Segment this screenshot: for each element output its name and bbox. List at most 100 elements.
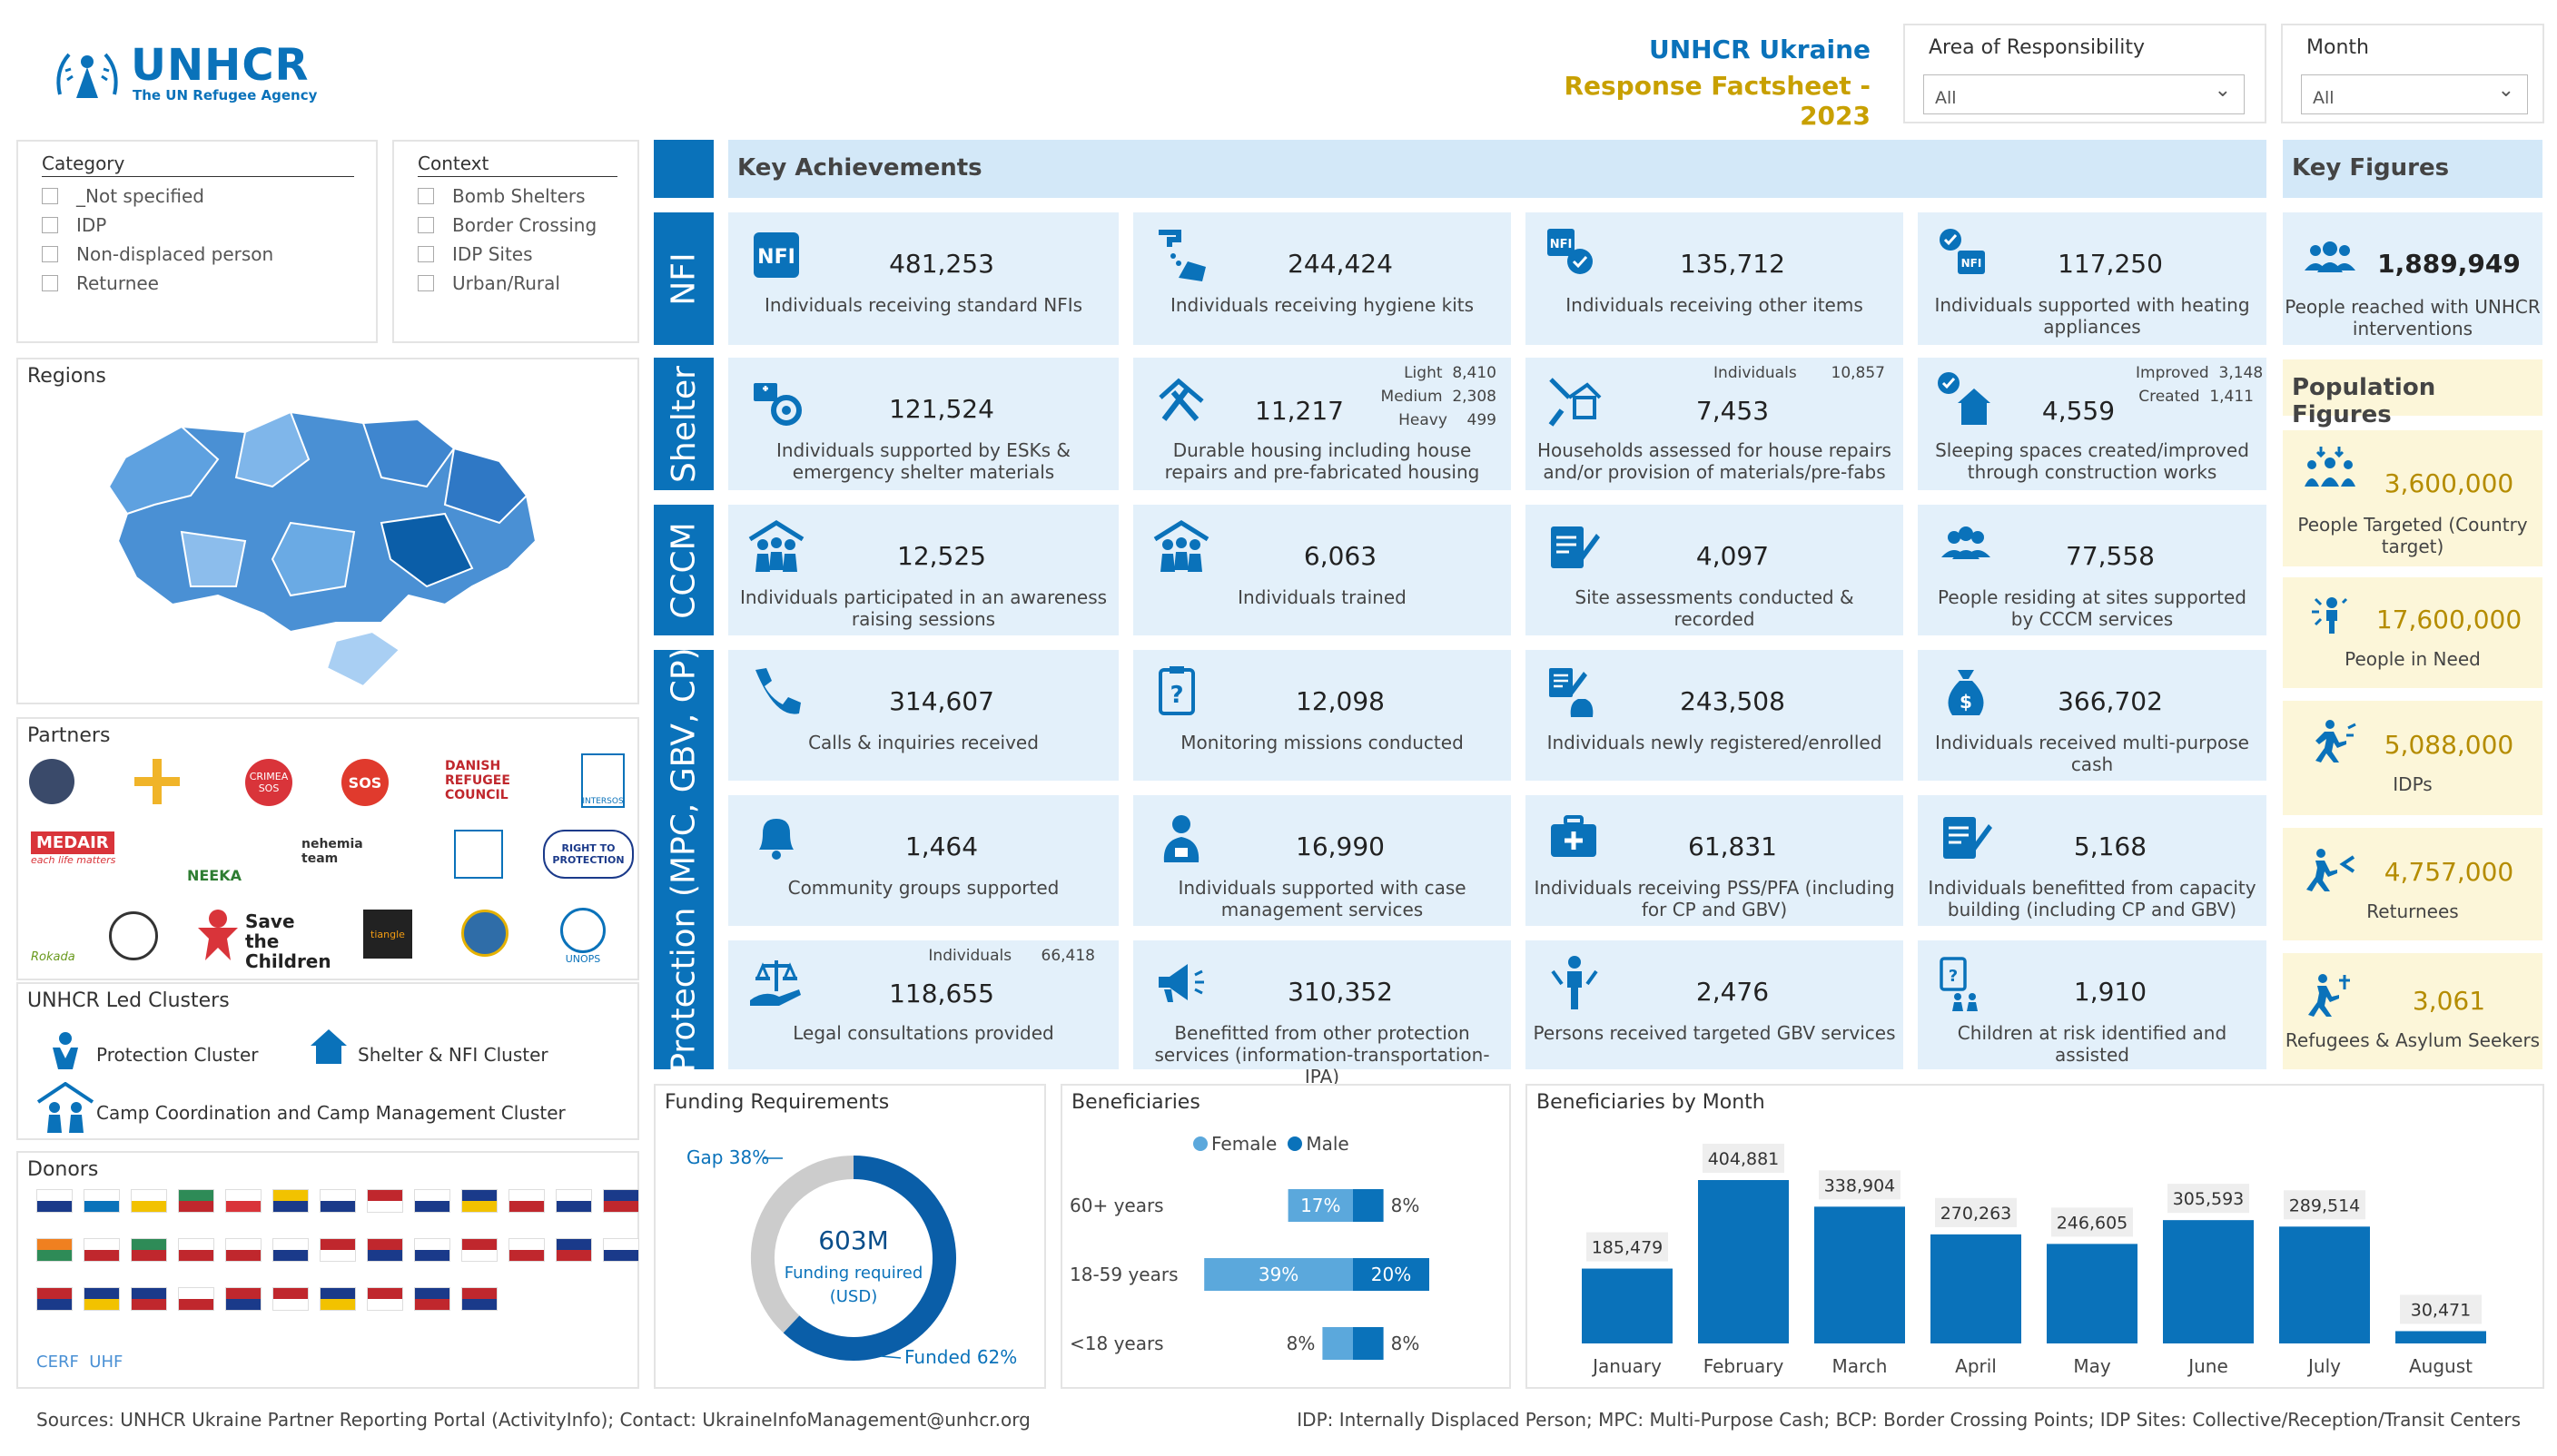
month-bar[interactable]	[2279, 1226, 2370, 1343]
context-option-label: Border Crossing	[452, 214, 597, 236]
donut-slice-funded[interactable]	[783, 1156, 956, 1361]
people-reached-card: 1,889,949 People reached with UNHCR inte…	[2283, 212, 2542, 345]
category-option[interactable]: Returnee	[42, 269, 273, 298]
card-value: 481,253	[889, 249, 994, 279]
checkbox[interactable]	[418, 246, 434, 262]
checkbox[interactable]	[418, 275, 434, 291]
card-heating: NFI 117,250 Individuals supported with h…	[1918, 212, 2266, 345]
donor-flag	[461, 1189, 498, 1213]
donor-flag	[178, 1238, 214, 1262]
people-targeted-label: People Targeted (Country target)	[2297, 514, 2528, 557]
funding-donut-chart[interactable]: 603M Funding required (USD) Gap 38% Fund…	[656, 1113, 1048, 1385]
card-community-groups: 1,464 Community groups supported	[728, 795, 1119, 926]
donor-flag	[603, 1189, 639, 1213]
donor-flag	[225, 1287, 262, 1311]
card-monitoring: ? 12,098 Monitoring missions conducted	[1133, 650, 1511, 781]
donor-flag	[178, 1189, 214, 1213]
cluster-label: Camp Coordination and Camp Management Cl…	[96, 1102, 566, 1124]
legend-male-label: Male	[1306, 1133, 1349, 1155]
donor-flag	[320, 1189, 356, 1213]
card-calls: 314,607 Calls & inquiries received	[728, 650, 1119, 781]
returnee-icon	[2306, 849, 2355, 891]
cluster-label: Protection Cluster	[96, 1044, 259, 1066]
partners-title: Partners	[27, 724, 111, 747]
card-label: Durable housing including house repairs …	[1164, 439, 1480, 483]
month-bar[interactable]	[2395, 1331, 2486, 1343]
donor-flag	[36, 1189, 73, 1213]
card-breakdown: Light 8,410 Medium 2,308 Heavy 499	[1380, 364, 1496, 429]
card-value: 5,168	[2073, 831, 2147, 861]
male-bar[interactable]	[1353, 1189, 1384, 1222]
returnees-card: 4,757,000 Returnees	[2283, 828, 2542, 940]
beneficiaries-month-chart[interactable]: 185,479 January 404,881 February 338,904 Marc…	[1527, 1118, 2546, 1391]
aor-dropdown[interactable]: All ⌄	[1923, 74, 2245, 114]
month-bar[interactable]	[2047, 1244, 2137, 1343]
card-durable-housing: 11,217 Light 8,410 Medium 2,308 Heavy 49…	[1133, 358, 1511, 490]
card-value: 121,524	[889, 394, 994, 424]
month-axis-label: March	[1832, 1355, 1888, 1377]
returnees-label: Returnees	[2366, 900, 2459, 922]
month-value-label: 289,514	[2289, 1195, 2361, 1215]
partners-panel: Partners CRIMEA SOS SOS DANISH REFUGEE C…	[16, 717, 639, 980]
shelter-cluster-icon	[311, 1029, 347, 1064]
context-option[interactable]: Border Crossing	[418, 211, 597, 240]
donor-flag	[272, 1189, 309, 1213]
card-label: Individuals receiving hygiene kits	[1170, 294, 1475, 316]
female-value-label: 39%	[1259, 1264, 1298, 1285]
unhcr-logo: UNHCR The UN Refugee Agency	[51, 40, 323, 109]
legend-female-label: Female	[1211, 1133, 1278, 1155]
female-bar[interactable]	[1322, 1327, 1353, 1360]
checkbox[interactable]	[42, 188, 58, 204]
month-bar[interactable]	[2163, 1220, 2254, 1343]
donors-panel: Donors CERF UHF	[16, 1151, 639, 1389]
people-in-need-icon	[2312, 597, 2348, 634]
context-slicer: Context Bomb Shelters Border Crossing ID…	[392, 140, 639, 343]
people-in-need-label: People in Need	[2345, 648, 2481, 670]
checkbox[interactable]	[418, 217, 434, 233]
category-option[interactable]: IDP	[42, 211, 273, 240]
female-value-label: 8%	[1287, 1333, 1316, 1354]
card-case-management: 16,990 Individuals supported with case m…	[1133, 795, 1511, 926]
checkbox[interactable]	[418, 188, 434, 204]
clusters-panel: UNHCR Led Clusters Protection Cluster Sh…	[16, 982, 639, 1140]
card-label: Individuals trained	[1238, 586, 1407, 608]
donor-flag	[320, 1287, 356, 1311]
camp-cluster-icon	[36, 1082, 94, 1133]
donor-flag	[131, 1238, 167, 1262]
checkbox[interactable]	[42, 217, 58, 233]
month-dropdown[interactable]: All ⌄	[2301, 74, 2528, 114]
category-option[interactable]: _Not specified	[42, 182, 273, 211]
beneficiaries-month-title: Beneficiaries by Month	[1536, 1091, 1765, 1114]
card-label: Individuals receiving PSS/PFA (including…	[1534, 877, 1895, 920]
month-bar[interactable]	[1814, 1206, 1905, 1343]
card-value: 77,558	[2066, 541, 2155, 571]
footer-sources: Sources: UNHCR Ukraine Partner Reporting…	[36, 1409, 1031, 1431]
beneficiaries-pyramid-chart[interactable]: 60+ years 17% 8% 18-59 years 39% 20% <18 years…	[1062, 1155, 1513, 1391]
people-reached-label: People reached with UNHCR interventions	[2285, 296, 2541, 339]
checkbox[interactable]	[42, 275, 58, 291]
context-option[interactable]: Urban/Rural	[418, 269, 597, 298]
month-axis-label: June	[2187, 1355, 2228, 1377]
month-value-label: 30,471	[2411, 1300, 2471, 1320]
month-dropdown-value: All	[2313, 88, 2335, 108]
month-bar[interactable]	[1582, 1268, 1673, 1343]
context-option[interactable]: Bomb Shelters	[418, 182, 597, 211]
month-bar[interactable]	[1698, 1180, 1789, 1343]
category-option-label: Non-displaced person	[76, 243, 274, 265]
month-axis-label: May	[2073, 1355, 2111, 1377]
month-bar[interactable]	[1930, 1234, 2021, 1343]
partner-logo: MEDAIR each life matters	[31, 831, 116, 866]
beneficiaries-month-panel: Beneficiaries by Month 185,479 January 404…	[1525, 1084, 2544, 1389]
category-option[interactable]: Non-displaced person	[42, 240, 273, 269]
card-label: People residing at sites supported by CC…	[1938, 586, 2246, 630]
card-gbv: 2,476 Persons received targeted GBV serv…	[1525, 940, 1903, 1069]
male-bar[interactable]	[1353, 1327, 1384, 1360]
card-other-services: 310,352 Benefitted from other protection…	[1133, 940, 1511, 1087]
ukraine-regions-map[interactable]	[18, 359, 641, 706]
key-achievements-header: Key Achievements	[728, 140, 2266, 198]
aor-filter-label: Area of Responsibility	[1929, 36, 2146, 59]
context-option-label: IDP Sites	[452, 243, 533, 265]
checkbox[interactable]	[42, 246, 58, 262]
regions-panel: Regions	[16, 358, 639, 704]
context-option[interactable]: IDP Sites	[418, 240, 597, 269]
